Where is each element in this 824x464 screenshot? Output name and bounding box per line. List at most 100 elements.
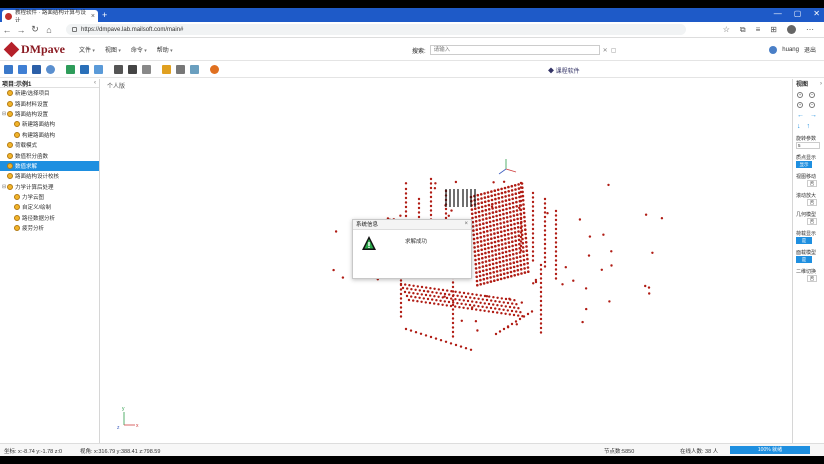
tree-item[interactable]: 新建路面结构	[0, 119, 99, 129]
extensions-icon[interactable]: ⧉	[740, 25, 746, 35]
bar-chart-icon[interactable]	[94, 65, 103, 74]
url-field[interactable]: https://dmpave.lab.mailsoft.com/main#	[66, 24, 686, 35]
mesh-node	[451, 321, 455, 325]
collections-icon[interactable]: ⊞	[770, 25, 777, 35]
colorbar-icon[interactable]	[162, 65, 171, 74]
mesh-node	[483, 309, 486, 312]
pan-up-icon[interactable]: ↑	[807, 123, 811, 130]
toggle-button[interactable]: 否	[807, 199, 817, 206]
toggle-button[interactable]: 否	[807, 275, 817, 282]
tree-item[interactable]: 自定义/绘制	[0, 202, 99, 212]
document-icon[interactable]	[142, 65, 151, 74]
toggle-button[interactable]: 是	[796, 256, 812, 263]
mesh-node	[515, 256, 519, 259]
zoom-in-y-icon[interactable]: +	[797, 102, 803, 108]
user-name[interactable]: huang	[782, 47, 799, 53]
mesh-node	[518, 247, 521, 250]
tree-item[interactable]: 疲劳分析	[0, 223, 99, 233]
mesh-node	[509, 270, 513, 274]
toggle-button[interactable]: 否	[807, 180, 817, 187]
zoom-in-icon[interactable]: +	[797, 92, 803, 98]
mesh-node	[495, 214, 498, 218]
pan-left-icon[interactable]: ←	[797, 112, 804, 119]
grid-icon[interactable]	[114, 65, 123, 74]
mesh-node	[494, 257, 498, 261]
back-icon[interactable]: ←	[0, 25, 14, 35]
toggle-label: 滚动放大	[796, 193, 817, 199]
status-bar: 坐标: x:-8.74 y:-1.78 z:0 视角: x:316.79 y:3…	[0, 443, 824, 456]
zoom-out-y-icon[interactable]: −	[809, 102, 815, 108]
3d-viewport[interactable]: 个人版 y x z 系统信息 × 求解成功	[101, 79, 791, 443]
save-icon[interactable]	[32, 65, 41, 74]
tree-item[interactable]: 路径数据分析	[0, 213, 99, 223]
mesh-node	[526, 312, 530, 316]
mesh-node	[491, 258, 495, 261]
collapse-panel-icon[interactable]: ‹	[94, 80, 96, 86]
rotation-param-select[interactable]: 5	[796, 142, 820, 149]
refresh-icon[interactable]	[46, 65, 55, 74]
logout-link[interactable]: 退出	[804, 45, 816, 54]
mesh-node	[516, 268, 520, 272]
profile-icon[interactable]	[787, 24, 796, 34]
open-folder-icon[interactable]	[18, 65, 27, 74]
toggle-button[interactable]: 是	[796, 237, 812, 244]
dialog-close-icon[interactable]: ×	[464, 221, 468, 227]
search-input[interactable]	[429, 45, 600, 55]
layers-stack-icon[interactable]	[80, 65, 89, 74]
tree-item[interactable]: 路面结构设计校核	[0, 171, 99, 181]
toggle-button[interactable]: 否	[807, 218, 817, 225]
avatar[interactable]	[769, 45, 778, 54]
mesh-node	[523, 224, 527, 227]
mesh-node	[475, 275, 479, 279]
menu-file[interactable]: 文件	[79, 45, 95, 54]
mesh-node	[505, 263, 509, 266]
toggle-button[interactable]: 显示	[796, 161, 812, 168]
tree-item[interactable]: 荷载模式	[0, 140, 99, 150]
menu-view[interactable]: 视图	[105, 45, 121, 54]
close-window-button[interactable]: ✕	[813, 9, 820, 18]
menu-help[interactable]: 帮助	[157, 45, 173, 54]
chart-icon[interactable]	[176, 65, 185, 74]
forward-icon[interactable]: →	[14, 25, 28, 35]
new-file-icon[interactable]	[4, 65, 13, 74]
tree-item[interactable]: 力学云图	[0, 192, 99, 202]
expand-search-icon[interactable]: ▢	[611, 47, 617, 54]
mesh-node	[523, 271, 527, 274]
mesh-node	[518, 206, 521, 209]
mesh-node	[399, 301, 403, 305]
reload-icon[interactable]: ↻	[28, 24, 42, 35]
course-software-link[interactable]: ◆ 课程软件	[548, 66, 580, 75]
layer-icon[interactable]	[66, 65, 75, 74]
star-icon[interactable]: ☆	[723, 25, 730, 35]
tree-item[interactable]: 路面材料设置	[0, 98, 99, 108]
mesh-node	[554, 259, 558, 262]
mesh-node	[524, 232, 527, 236]
close-tab-icon[interactable]: ×	[91, 13, 95, 20]
new-tab-icon[interactable]: +	[102, 10, 107, 20]
tree-item[interactable]: 构建路面结构	[0, 130, 99, 140]
favorites-icon[interactable]: ≡	[756, 25, 761, 35]
tree-item[interactable]: 数值求解	[0, 160, 99, 172]
mesh-node	[498, 300, 501, 303]
more-icon[interactable]: ⋯	[806, 25, 814, 35]
home-icon[interactable]: ⌂	[42, 25, 56, 35]
menu-command[interactable]: 命令	[131, 45, 147, 54]
tree-item[interactable]: 数值积分函数	[0, 150, 99, 160]
expand-panel-icon[interactable]: ›	[820, 81, 822, 87]
cube-icon[interactable]	[190, 65, 199, 74]
step-status-icon	[7, 152, 13, 159]
zoom-out-icon[interactable]: −	[809, 92, 815, 98]
pan-right-icon[interactable]: →	[810, 112, 817, 119]
pan-down-icon[interactable]: ↓	[797, 123, 801, 130]
clear-search-icon[interactable]: ✕	[603, 47, 608, 54]
tree-item[interactable]: 新建/选择项目	[0, 88, 99, 98]
minimize-button[interactable]: —	[774, 9, 782, 18]
mesh-node	[497, 192, 500, 196]
browser-tab[interactable]: 教程软件 · 路面结构计算与设计 ×	[2, 10, 98, 24]
maximize-button[interactable]: ▢	[794, 9, 802, 18]
play-icon[interactable]	[128, 65, 137, 74]
tree-item[interactable]: ⊟ 路面结构设置	[0, 109, 99, 119]
tree-item[interactable]: ⊟ 力学计算后处理	[0, 182, 99, 192]
pie-chart-icon[interactable]	[210, 65, 219, 74]
mesh-node	[450, 209, 453, 212]
